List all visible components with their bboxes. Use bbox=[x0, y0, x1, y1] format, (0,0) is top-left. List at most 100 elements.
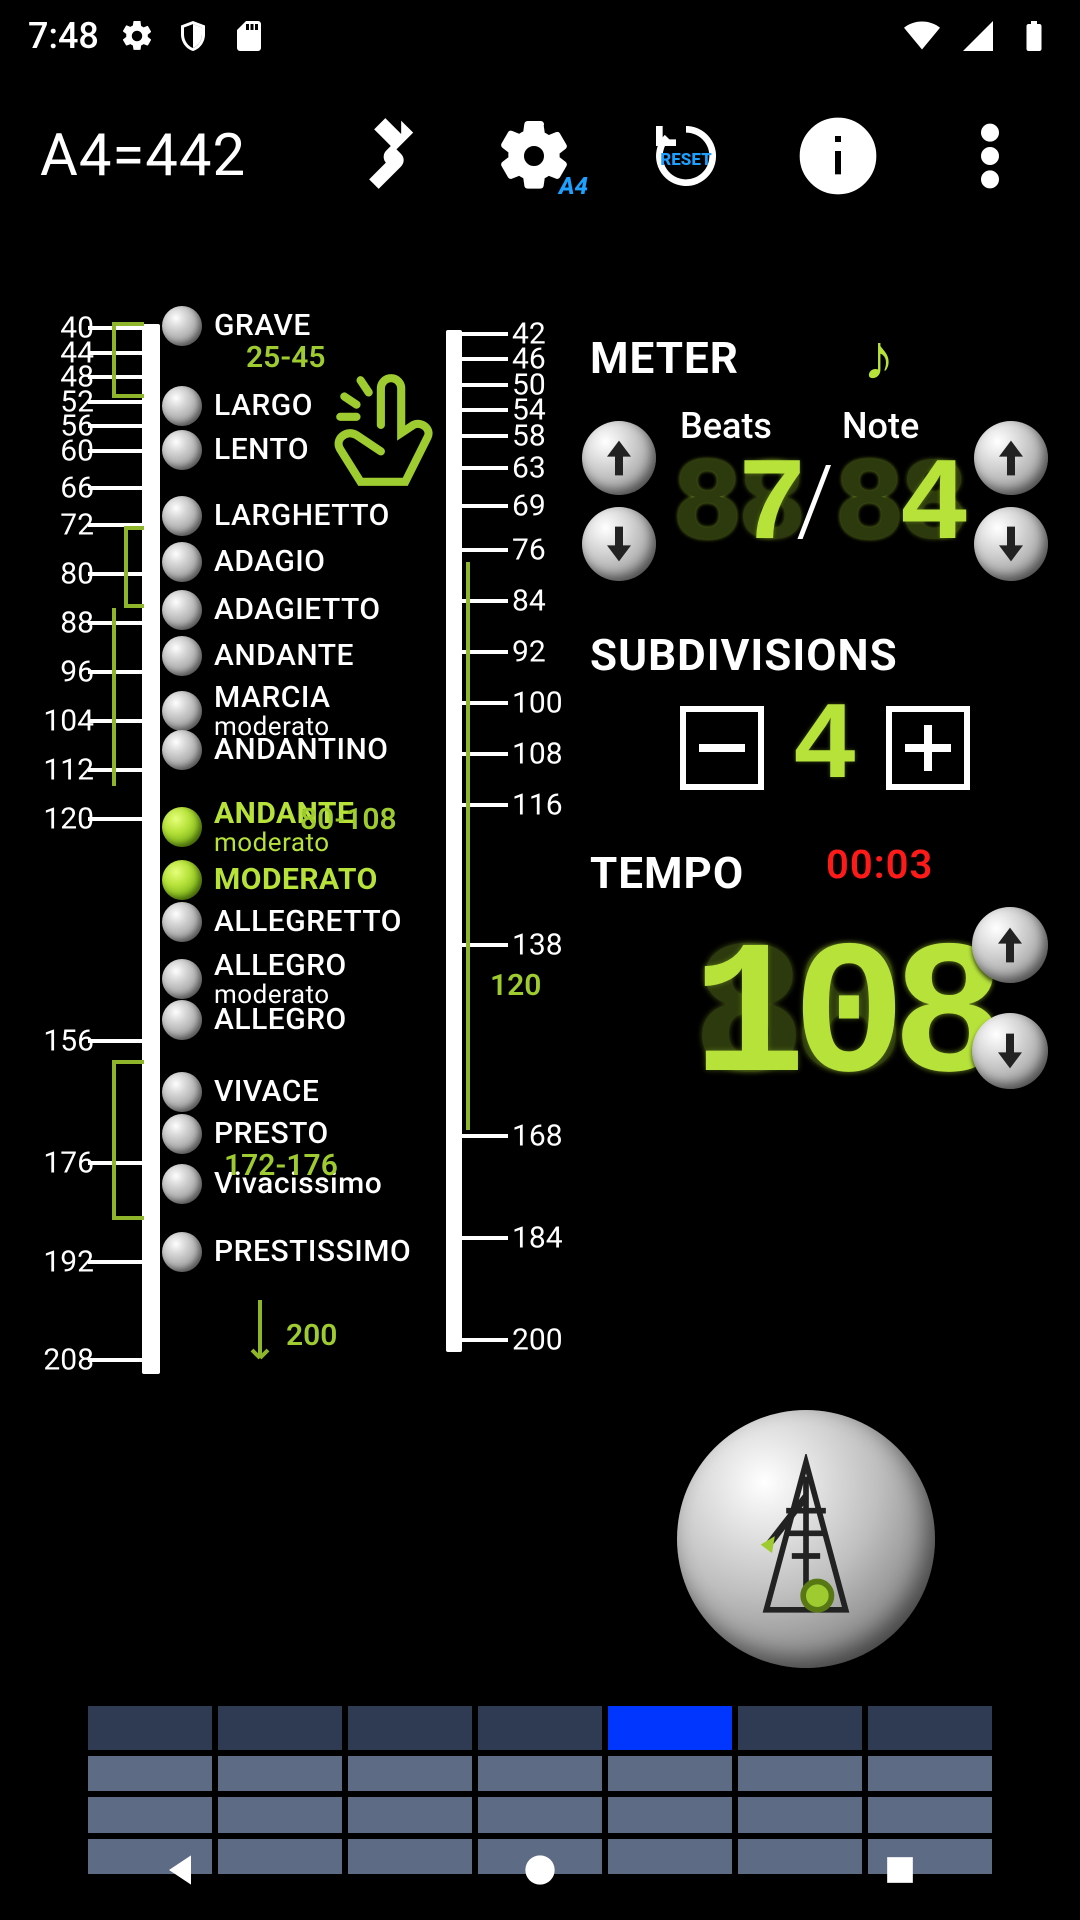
beat-cell[interactable] bbox=[478, 1706, 602, 1750]
beat-cell[interactable] bbox=[738, 1706, 862, 1750]
left-tick-label: 208 bbox=[24, 1343, 94, 1378]
tuning-reference-display[interactable]: A4=442 bbox=[40, 122, 246, 190]
left-tick-label: 80 bbox=[24, 556, 94, 591]
tempo-marking-ball bbox=[162, 636, 202, 676]
beats-up-button[interactable] bbox=[582, 421, 656, 495]
right-tick bbox=[462, 1338, 508, 1342]
tempo-marking-ball bbox=[162, 730, 202, 770]
app-bar: A4=442 A4 RESET bbox=[0, 72, 1080, 240]
tempo-marking-label: LENTO bbox=[214, 434, 309, 466]
beat-cell[interactable] bbox=[478, 1756, 602, 1791]
elapsed-timer: 00:03 bbox=[826, 841, 933, 888]
tuning-fork-button[interactable] bbox=[332, 106, 432, 206]
left-tick bbox=[88, 1039, 142, 1043]
tempo-marking-item[interactable]: ANDANTE bbox=[162, 636, 354, 676]
tempo-marking-ball bbox=[162, 860, 202, 900]
settings-icon bbox=[119, 18, 155, 54]
beat-cell[interactable] bbox=[88, 1706, 212, 1750]
tempo-marking-item[interactable]: LENTO bbox=[162, 430, 309, 470]
left-tick-label: 176 bbox=[24, 1146, 94, 1181]
note-display[interactable]: 88 84 bbox=[834, 407, 974, 567]
tempo-up-button[interactable] bbox=[972, 907, 1048, 983]
tempo-marking-label: LARGHETTO bbox=[214, 500, 390, 532]
tempo-marking-item[interactable]: ADAGIETTO bbox=[162, 590, 381, 630]
meter-section: METER ♪ Beats Note 88 87 / 88 84 bbox=[590, 314, 1060, 587]
tempo-marking-ball bbox=[162, 1232, 202, 1272]
status-left: 7:48 bbox=[28, 15, 267, 57]
tempo-marking-item[interactable]: MODERATO bbox=[162, 860, 378, 900]
nav-home-button[interactable] bbox=[518, 1848, 562, 1896]
beat-cell[interactable] bbox=[348, 1756, 472, 1791]
tempo-display[interactable]: 888 108 888 bbox=[692, 913, 992, 1128]
right-tick-label: 63 bbox=[512, 450, 582, 485]
reset-button[interactable]: RESET bbox=[636, 106, 736, 206]
tempo-marking-item[interactable]: ALLEGRETTO bbox=[162, 902, 402, 942]
reset-label: RESET bbox=[660, 150, 711, 170]
right-tick bbox=[462, 383, 508, 387]
tempo-marking-label: PRESTISSIMO bbox=[214, 1236, 411, 1268]
left-tick-label: 120 bbox=[24, 802, 94, 837]
tempo-marking-ball bbox=[162, 386, 202, 426]
tempo-marking-label: ANDANTINO bbox=[214, 734, 388, 766]
beat-cell[interactable] bbox=[218, 1706, 342, 1750]
right-tick bbox=[462, 1236, 508, 1240]
tempo-marking-ball bbox=[162, 1072, 202, 1112]
left-tick-label: 96 bbox=[24, 655, 94, 690]
tempo-marking-item[interactable]: VIVACE bbox=[162, 1072, 319, 1112]
beat-cell[interactable] bbox=[608, 1706, 732, 1750]
tempo-heading: TEMPO bbox=[590, 847, 744, 899]
subdiv-increment-button[interactable] bbox=[886, 706, 970, 790]
tempo-marking-item[interactable]: LARGHETTO bbox=[162, 496, 390, 536]
tempo-marking-item[interactable]: ANDANTINO bbox=[162, 730, 388, 770]
shield-icon bbox=[175, 18, 211, 54]
tempo-marking-label: ALLEGRETTO bbox=[214, 906, 402, 938]
a4-badge: A4 bbox=[559, 172, 588, 200]
nav-recents-button[interactable] bbox=[878, 1848, 922, 1896]
beat-cell[interactable] bbox=[738, 1756, 862, 1791]
tempo-marking-label: ADAGIETTO bbox=[214, 594, 381, 626]
beat-cell[interactable] bbox=[218, 1756, 342, 1791]
right-tick bbox=[462, 357, 508, 361]
tempo-marking-ball bbox=[162, 959, 202, 999]
start-stop-button[interactable] bbox=[677, 1410, 935, 1668]
beat-cell[interactable] bbox=[868, 1756, 992, 1791]
overflow-menu-button[interactable] bbox=[940, 106, 1040, 206]
tempo-marking-item[interactable]: ADAGIO bbox=[162, 542, 325, 582]
subdivisions-heading: SUBDIVISIONS bbox=[590, 629, 1060, 681]
tempo-marking-item[interactable]: LARGO bbox=[162, 386, 313, 426]
tempo-marking-label: GRAVE bbox=[214, 310, 311, 342]
tempo-marking-scale[interactable]: 4044485256606672808896104112120156176192… bbox=[0, 300, 560, 1430]
tempo-marking-ball bbox=[162, 430, 202, 470]
beat-cell[interactable] bbox=[348, 1706, 472, 1750]
left-tick-label: 88 bbox=[24, 605, 94, 640]
tempo-section: TEMPO 00:03 888 108 888 bbox=[590, 847, 1060, 1167]
right-tick-label: 116 bbox=[512, 788, 582, 823]
beat-cell[interactable] bbox=[868, 1706, 992, 1750]
left-tick bbox=[88, 400, 142, 404]
beats-down-button[interactable] bbox=[582, 507, 656, 581]
subdiv-decrement-button[interactable] bbox=[680, 706, 764, 790]
right-tick bbox=[462, 434, 508, 438]
note-up-button[interactable] bbox=[974, 421, 1048, 495]
tempo-marking-label: ANDANTE bbox=[214, 640, 354, 672]
meter-heading: METER bbox=[590, 332, 739, 384]
beats-display[interactable]: 88 87 bbox=[672, 407, 812, 567]
beat-cell[interactable] bbox=[88, 1756, 212, 1791]
tempo-marking-item[interactable]: ALLEGRO bbox=[162, 1000, 347, 1040]
tempo-down-button[interactable] bbox=[972, 1013, 1048, 1089]
tempo-marking-item[interactable]: PRESTISSIMO bbox=[162, 1232, 411, 1272]
range-connector bbox=[112, 322, 116, 394]
beat-cell[interactable] bbox=[608, 1756, 732, 1791]
subdiv-value[interactable]: 4 bbox=[792, 686, 858, 811]
note-down-button[interactable] bbox=[974, 507, 1048, 581]
nav-back-button[interactable] bbox=[158, 1848, 202, 1896]
right-tick bbox=[462, 408, 508, 412]
left-tick bbox=[88, 572, 142, 576]
right-tick-label: 184 bbox=[512, 1221, 582, 1256]
a4-settings-button[interactable]: A4 bbox=[484, 106, 584, 206]
right-tick bbox=[462, 1134, 508, 1138]
prestissimo-range: 200 bbox=[286, 1318, 337, 1353]
tempo-marking-label: PRESTO bbox=[214, 1118, 329, 1150]
info-button[interactable] bbox=[788, 106, 888, 206]
battery-icon bbox=[1016, 18, 1052, 54]
